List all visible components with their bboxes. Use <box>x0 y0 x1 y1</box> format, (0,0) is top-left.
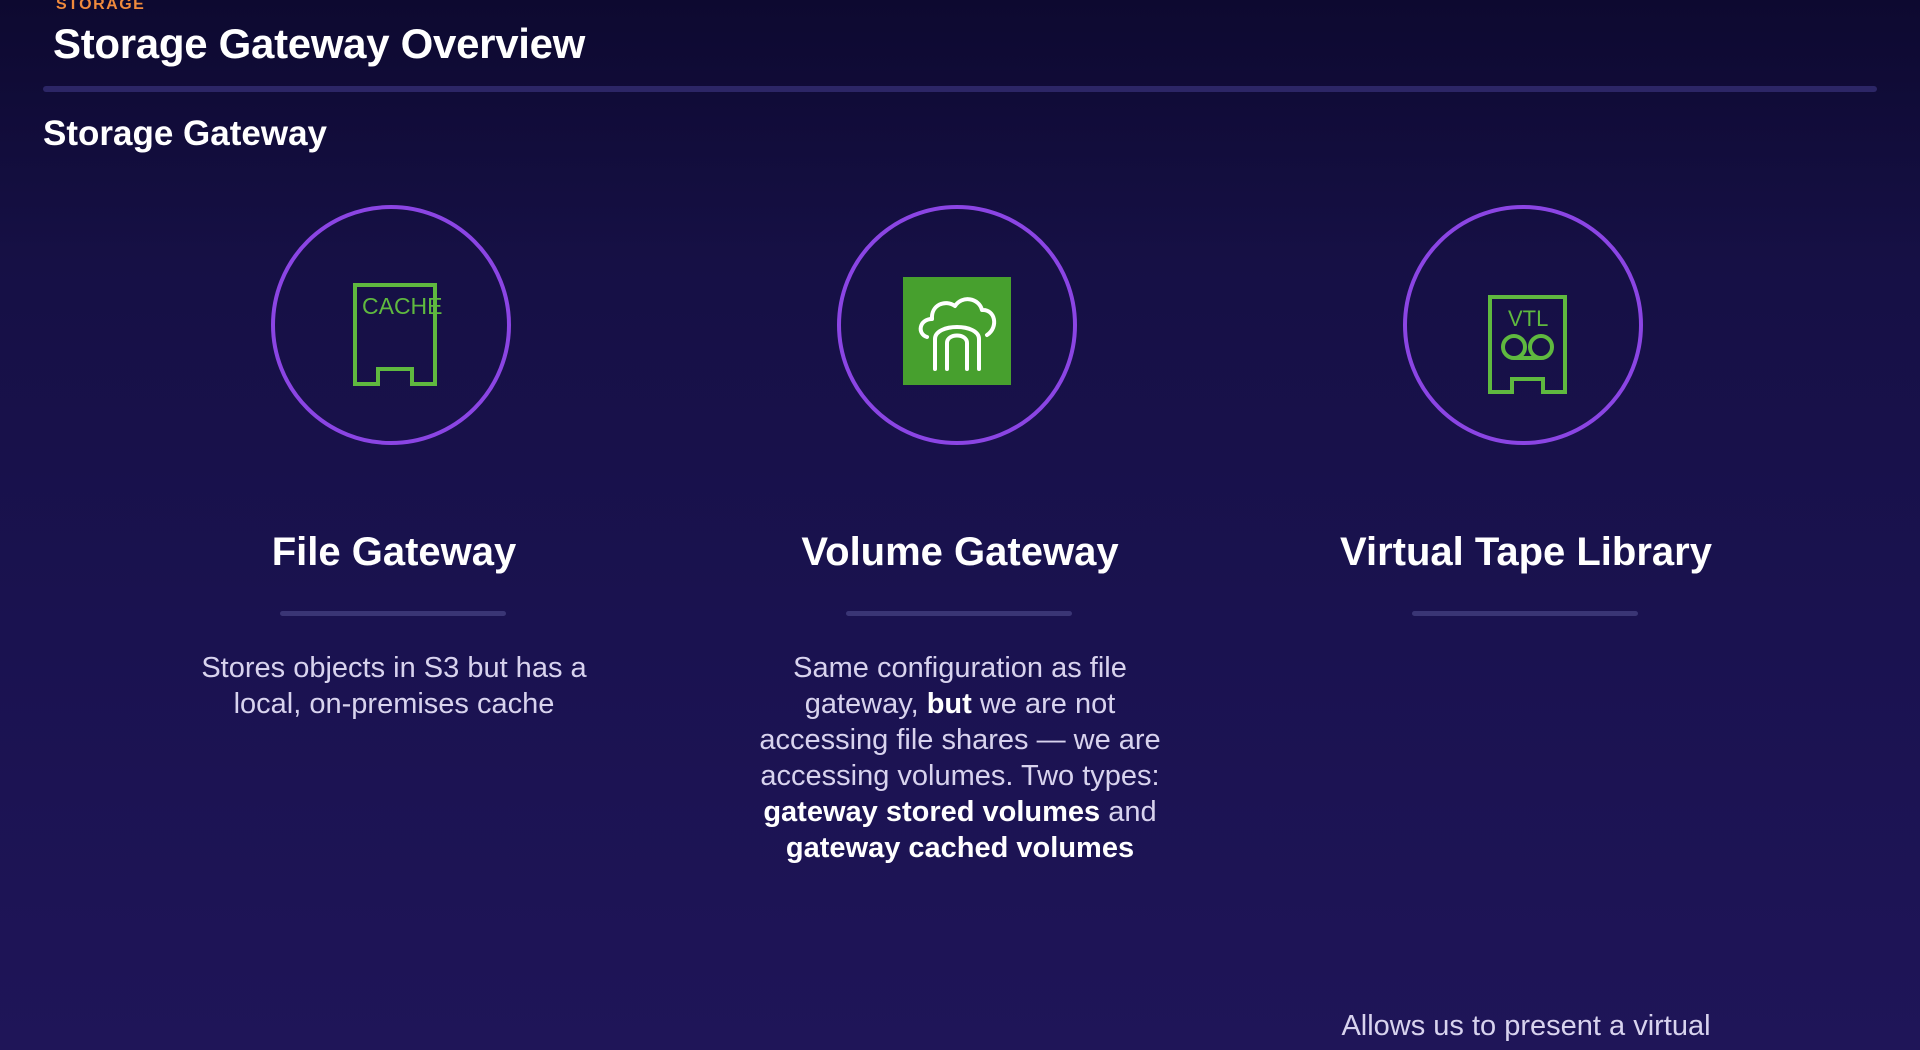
tape-library-icon: VTL <box>1488 295 1567 394</box>
file-gateway-description: Stores objects in S3 but has a local, on… <box>184 650 604 722</box>
section-title: Storage Gateway <box>43 114 327 153</box>
volume-gateway-description: Same configuration as file gateway, but … <box>750 650 1170 866</box>
file-gateway-desc-text: Stores objects in S3 but has a local, on… <box>201 652 587 720</box>
vtl-description: Allows us to present a virtual <box>1316 1008 1736 1044</box>
section-eyebrow: STORAGE <box>56 0 146 13</box>
volume-gateway-title: Volume Gateway <box>801 530 1119 574</box>
vtl-card: VTL Virtual Tape Library Allows us to pr… <box>1316 205 1736 1050</box>
volume-desc-bold-stored: gateway stored volumes <box>763 796 1101 828</box>
volume-gateway-card: Volume Gateway Same configuration as fil… <box>750 205 1170 1050</box>
title-divider <box>43 86 1877 92</box>
file-gateway-card: CACHE File Gateway Stores objects in S3 … <box>184 205 604 1050</box>
vtl-title: Virtual Tape Library <box>1340 530 1712 574</box>
volume-desc-bold-cached: gateway cached volumes <box>785 832 1135 864</box>
page-title: Storage Gateway Overview <box>53 20 586 67</box>
volume-gateway-divider <box>846 611 1072 616</box>
file-gateway-icon-circle: CACHE <box>271 205 511 445</box>
vtl-icon-circle: VTL <box>1403 205 1643 445</box>
volume-desc-bold-but: but <box>926 688 972 720</box>
vtl-divider <box>1412 611 1638 616</box>
cache-icon: CACHE <box>353 283 443 386</box>
vtl-icon-label: VTL <box>1508 306 1548 331</box>
cloud-gateway-icon <box>903 277 1011 385</box>
vtl-desc-text: Allows us to present a virtual <box>1341 1010 1711 1042</box>
file-gateway-title: File Gateway <box>271 530 517 574</box>
volume-desc-part-5: and <box>1108 796 1157 828</box>
file-gateway-divider <box>280 611 506 616</box>
cache-icon-label: CACHE <box>362 293 443 319</box>
volume-gateway-icon-circle <box>837 205 1077 445</box>
